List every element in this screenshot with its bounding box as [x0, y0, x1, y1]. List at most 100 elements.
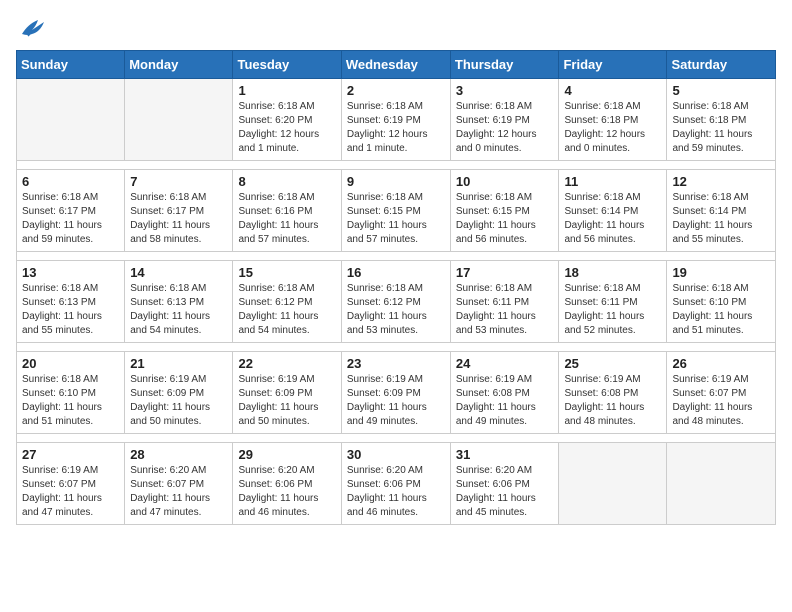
separator-cell — [17, 343, 776, 352]
separator-cell — [17, 434, 776, 443]
day-number: 15 — [238, 265, 335, 280]
column-header-thursday: Thursday — [450, 51, 559, 79]
day-number: 29 — [238, 447, 335, 462]
calendar-cell: 20 Sunrise: 6:18 AM Sunset: 6:10 PM Dayli… — [17, 352, 125, 434]
calendar-week-row: 13 Sunrise: 6:18 AM Sunset: 6:13 PM Dayli… — [17, 261, 776, 343]
day-info: Sunrise: 6:19 AM Sunset: 6:08 PM Dayligh… — [564, 373, 661, 429]
calendar-cell: 27 Sunrise: 6:19 AM Sunset: 6:07 PM Dayli… — [17, 443, 125, 525]
calendar-cell: 17 Sunrise: 6:18 AM Sunset: 6:11 PM Dayli… — [450, 261, 559, 343]
week-separator — [17, 434, 776, 443]
day-number: 21 — [130, 356, 227, 371]
day-number: 20 — [22, 356, 119, 371]
calendar-cell: 22 Sunrise: 6:19 AM Sunset: 6:09 PM Dayli… — [233, 352, 341, 434]
calendar-cell: 12Sunrise: 6:18 AM Sunset: 6:14 PM Dayli… — [667, 170, 776, 252]
week-separator — [17, 161, 776, 170]
day-info: Sunrise: 6:18 AM Sunset: 6:18 PM Dayligh… — [672, 100, 770, 156]
separator-cell — [17, 252, 776, 261]
day-info: Sunrise: 6:18 AM Sunset: 6:13 PM Dayligh… — [22, 282, 119, 338]
day-number: 2 — [347, 83, 445, 98]
day-info: Sunrise: 6:18 AM Sunset: 6:11 PM Dayligh… — [456, 282, 554, 338]
day-number: 22 — [238, 356, 335, 371]
calendar-cell: 23 Sunrise: 6:19 AM Sunset: 6:09 PM Dayli… — [341, 352, 450, 434]
day-number: 27 — [22, 447, 119, 462]
day-info: Sunrise: 6:20 AM Sunset: 6:06 PM Dayligh… — [456, 464, 554, 520]
calendar-cell: 26Sunrise: 6:19 AM Sunset: 6:07 PM Dayli… — [667, 352, 776, 434]
day-info: Sunrise: 6:19 AM Sunset: 6:09 PM Dayligh… — [130, 373, 227, 429]
day-info: Sunrise: 6:19 AM Sunset: 6:07 PM Dayligh… — [22, 464, 119, 520]
day-info: Sunrise: 6:19 AM Sunset: 6:09 PM Dayligh… — [238, 373, 335, 429]
calendar-cell: 6Sunrise: 6:18 AM Sunset: 6:17 PM Daylig… — [17, 170, 125, 252]
day-number: 23 — [347, 356, 445, 371]
calendar-cell: 9Sunrise: 6:18 AM Sunset: 6:15 PM Daylig… — [341, 170, 450, 252]
day-info: Sunrise: 6:18 AM Sunset: 6:17 PM Dayligh… — [22, 191, 119, 247]
day-info: Sunrise: 6:18 AM Sunset: 6:20 PM Dayligh… — [238, 100, 335, 156]
day-info: Sunrise: 6:18 AM Sunset: 6:13 PM Dayligh… — [130, 282, 227, 338]
logo — [16, 16, 46, 38]
day-info: Sunrise: 6:18 AM Sunset: 6:11 PM Dayligh… — [564, 282, 661, 338]
calendar-cell: 19Sunrise: 6:18 AM Sunset: 6:10 PM Dayli… — [667, 261, 776, 343]
day-number: 5 — [672, 83, 770, 98]
calendar-cell: 13 Sunrise: 6:18 AM Sunset: 6:13 PM Dayli… — [17, 261, 125, 343]
calendar-cell: 24Sunrise: 6:19 AM Sunset: 6:08 PM Dayli… — [450, 352, 559, 434]
day-number: 24 — [456, 356, 554, 371]
day-info: Sunrise: 6:18 AM Sunset: 6:10 PM Dayligh… — [22, 373, 119, 429]
calendar-cell — [667, 443, 776, 525]
day-info: Sunrise: 6:18 AM Sunset: 6:18 PM Dayligh… — [564, 100, 661, 156]
day-info: Sunrise: 6:18 AM Sunset: 6:17 PM Dayligh… — [130, 191, 227, 247]
day-info: Sunrise: 6:18 AM Sunset: 6:19 PM Dayligh… — [347, 100, 445, 156]
day-number: 30 — [347, 447, 445, 462]
calendar-week-row: 6Sunrise: 6:18 AM Sunset: 6:17 PM Daylig… — [17, 170, 776, 252]
day-number: 17 — [456, 265, 554, 280]
day-info: Sunrise: 6:18 AM Sunset: 6:19 PM Dayligh… — [456, 100, 554, 156]
calendar-cell: 4 Sunrise: 6:18 AM Sunset: 6:18 PM Daylig… — [559, 79, 667, 161]
calendar-cell: 11 Sunrise: 6:18 AM Sunset: 6:14 PM Dayli… — [559, 170, 667, 252]
calendar-cell: 3 Sunrise: 6:18 AM Sunset: 6:19 PM Daylig… — [450, 79, 559, 161]
week-separator — [17, 252, 776, 261]
day-number: 3 — [456, 83, 554, 98]
page-header — [16, 16, 776, 38]
column-header-tuesday: Tuesday — [233, 51, 341, 79]
calendar-cell: 7 Sunrise: 6:18 AM Sunset: 6:17 PM Daylig… — [125, 170, 233, 252]
calendar-cell: 5 Sunrise: 6:18 AM Sunset: 6:18 PM Daylig… — [667, 79, 776, 161]
day-info: Sunrise: 6:18 AM Sunset: 6:10 PM Dayligh… — [672, 282, 770, 338]
day-info: Sunrise: 6:18 AM Sunset: 6:12 PM Dayligh… — [347, 282, 445, 338]
day-number: 4 — [564, 83, 661, 98]
calendar-header-row: SundayMondayTuesdayWednesdayThursdayFrid… — [17, 51, 776, 79]
calendar-cell: 28Sunrise: 6:20 AM Sunset: 6:07 PM Dayli… — [125, 443, 233, 525]
calendar-cell: 21 Sunrise: 6:19 AM Sunset: 6:09 PM Dayli… — [125, 352, 233, 434]
column-header-wednesday: Wednesday — [341, 51, 450, 79]
day-number: 8 — [238, 174, 335, 189]
column-header-sunday: Sunday — [17, 51, 125, 79]
calendar-cell: 1 Sunrise: 6:18 AM Sunset: 6:20 PM Daylig… — [233, 79, 341, 161]
day-number: 31 — [456, 447, 554, 462]
day-number: 16 — [347, 265, 445, 280]
calendar-cell: 18Sunrise: 6:18 AM Sunset: 6:11 PM Dayli… — [559, 261, 667, 343]
day-number: 7 — [130, 174, 227, 189]
day-info: Sunrise: 6:20 AM Sunset: 6:06 PM Dayligh… — [347, 464, 445, 520]
day-info: Sunrise: 6:18 AM Sunset: 6:12 PM Dayligh… — [238, 282, 335, 338]
day-number: 11 — [564, 174, 661, 189]
day-number: 13 — [22, 265, 119, 280]
calendar-table: SundayMondayTuesdayWednesdayThursdayFrid… — [16, 50, 776, 525]
calendar-cell: 30 Sunrise: 6:20 AM Sunset: 6:06 PM Dayli… — [341, 443, 450, 525]
week-separator — [17, 343, 776, 352]
day-number: 12 — [672, 174, 770, 189]
day-number: 10 — [456, 174, 554, 189]
separator-cell — [17, 161, 776, 170]
day-info: Sunrise: 6:20 AM Sunset: 6:07 PM Dayligh… — [130, 464, 227, 520]
day-info: Sunrise: 6:18 AM Sunset: 6:15 PM Dayligh… — [456, 191, 554, 247]
day-number: 25 — [564, 356, 661, 371]
day-info: Sunrise: 6:18 AM Sunset: 6:15 PM Dayligh… — [347, 191, 445, 247]
day-number: 1 — [238, 83, 335, 98]
column-header-monday: Monday — [125, 51, 233, 79]
calendar-week-row: 20 Sunrise: 6:18 AM Sunset: 6:10 PM Dayli… — [17, 352, 776, 434]
day-info: Sunrise: 6:18 AM Sunset: 6:16 PM Dayligh… — [238, 191, 335, 247]
day-info: Sunrise: 6:19 AM Sunset: 6:09 PM Dayligh… — [347, 373, 445, 429]
day-info: Sunrise: 6:18 AM Sunset: 6:14 PM Dayligh… — [564, 191, 661, 247]
column-header-friday: Friday — [559, 51, 667, 79]
calendar-cell: 16 Sunrise: 6:18 AM Sunset: 6:12 PM Dayli… — [341, 261, 450, 343]
day-info: Sunrise: 6:19 AM Sunset: 6:07 PM Dayligh… — [672, 373, 770, 429]
calendar-week-row: 1 Sunrise: 6:18 AM Sunset: 6:20 PM Daylig… — [17, 79, 776, 161]
calendar-cell: 25 Sunrise: 6:19 AM Sunset: 6:08 PM Dayli… — [559, 352, 667, 434]
calendar-cell: 8 Sunrise: 6:18 AM Sunset: 6:16 PM Daylig… — [233, 170, 341, 252]
